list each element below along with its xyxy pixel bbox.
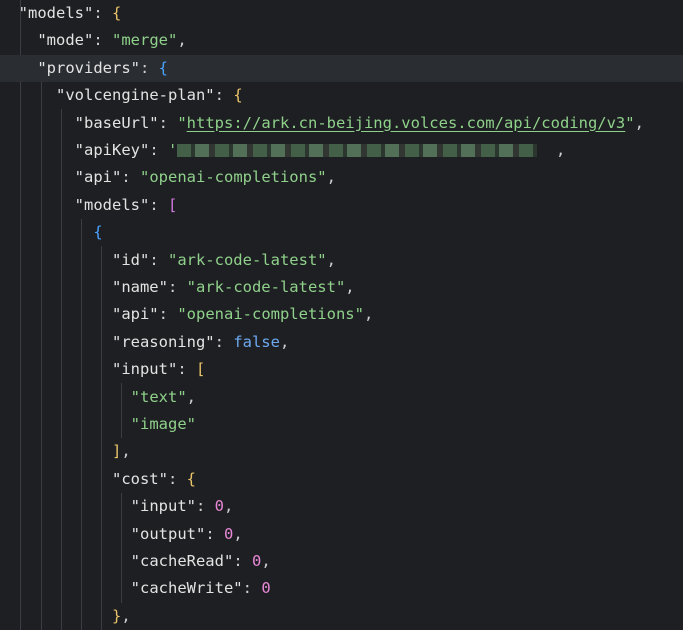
json-key: "mode" — [37, 31, 94, 50]
code-line[interactable]: "volcengine-plan": { — [0, 82, 683, 109]
code-line[interactable]: "reasoning": false, — [0, 329, 683, 356]
code-line[interactable]: "input": 0, — [0, 493, 683, 520]
json-string-value: "ark-code-latest" — [186, 278, 346, 296]
code-line[interactable]: "models": [ — [0, 192, 683, 219]
json-key: "cost" — [111, 469, 168, 488]
code-line[interactable]: "cacheRead": 0, — [0, 548, 683, 575]
json-boolean-value: false — [233, 332, 280, 351]
code-line[interactable]: ], — [0, 438, 683, 465]
json-key: "models" — [18, 4, 94, 22]
json-key: "output" — [130, 524, 206, 543]
code-line[interactable]: "cost": { — [0, 466, 683, 493]
json-number-value: 0 — [261, 579, 271, 598]
json-key: "cacheWrite" — [130, 579, 243, 598]
json-key: "models" — [74, 195, 150, 214]
json-number-value: 0 — [251, 552, 262, 570]
json-string-value: "openai-completions" — [177, 305, 364, 324]
json-string-value: "merge" — [112, 31, 178, 50]
code-line[interactable]: "models": { — [0, 0, 683, 27]
json-string-value: "text" — [130, 387, 187, 406]
code-line[interactable]: "apiKey": ' , — [0, 137, 683, 164]
code-line[interactable]: { — [0, 219, 683, 246]
code-editor[interactable]: "models": { "mode": "merge", "providers"… — [0, 0, 683, 630]
code-line[interactable]: "baseUrl": "https://ark.cn-beijing.volce… — [0, 110, 683, 137]
code-line[interactable]: "output": 0, — [0, 521, 683, 548]
json-string-value: "image" — [130, 415, 196, 433]
json-string-value: "ark-code-latest" — [167, 250, 327, 269]
code-line[interactable]: "input": [ — [0, 356, 683, 383]
json-key: "volcengine-plan" — [56, 86, 215, 105]
json-key: "api" — [74, 168, 122, 187]
code-line[interactable]: "cacheWrite": 0 — [0, 575, 683, 602]
json-key: "providers" — [37, 58, 140, 77]
json-key: "api" — [111, 305, 159, 324]
url-link[interactable]: https://ark.cn-beijing.volces.com/api/co… — [187, 114, 626, 132]
json-number-value: 0 — [223, 524, 234, 543]
code-line[interactable]: }, — [0, 603, 683, 630]
json-key: "name" — [111, 278, 168, 296]
json-key: "reasoning" — [111, 332, 215, 351]
json-key: "input" — [130, 497, 196, 516]
code-line[interactable]: "id": "ark-code-latest", — [0, 247, 683, 274]
json-key: "cacheRead" — [130, 552, 234, 570]
code-line[interactable]: "name": "ark-code-latest", — [0, 274, 683, 301]
code-line[interactable]: "api": "openai-completions", — [0, 301, 683, 328]
redacted-api-key — [177, 144, 538, 157]
code-line[interactable]: "image" — [0, 411, 683, 438]
json-key: "apiKey" — [74, 141, 150, 159]
json-number-value: 0 — [214, 497, 224, 516]
json-key: "input" — [111, 360, 178, 379]
code-line[interactable]: "api": "openai-completions", — [0, 164, 683, 191]
code-line-current[interactable]: "providers": { — [0, 54, 683, 83]
json-key: "id" — [111, 250, 150, 269]
code-line[interactable]: "mode": "merge", — [0, 27, 683, 54]
json-string-value: "openai-completions" — [140, 168, 327, 187]
json-key: "baseUrl" — [74, 113, 159, 132]
code-line[interactable]: "text", — [0, 384, 683, 411]
